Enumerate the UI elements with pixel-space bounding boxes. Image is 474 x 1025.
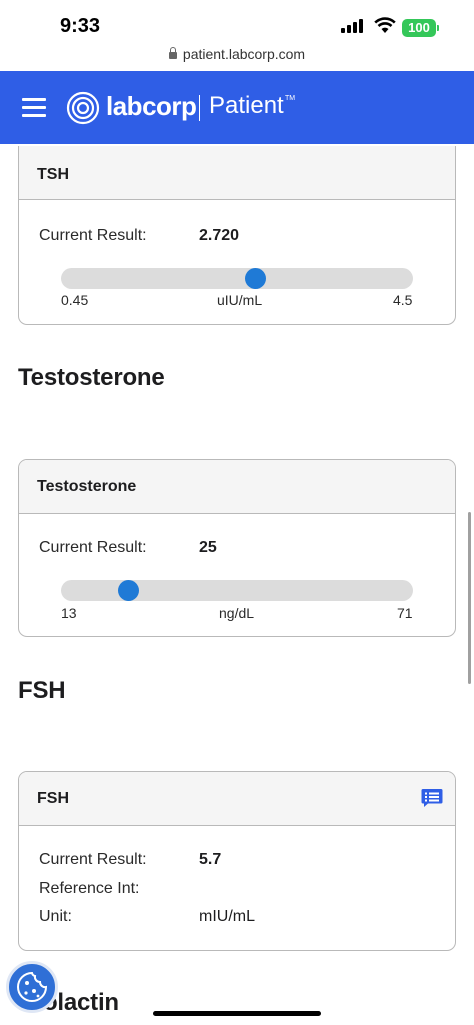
range-high: 71 (397, 605, 413, 621)
card-header: Testosterone (19, 460, 455, 514)
url-text: patient.labcorp.com (182, 46, 306, 62)
card-title: FSH (37, 790, 69, 807)
range-slider (61, 268, 413, 289)
range-high: 4.5 (393, 292, 413, 308)
cellular-signal-icon (341, 19, 363, 33)
trademark: TM (285, 95, 296, 102)
app-header: labcorp Patient TM (0, 71, 474, 144)
result-marker (244, 268, 266, 289)
current-result-label: Current Result: (39, 227, 147, 244)
status-bar: 9:33 100 (0, 0, 474, 44)
unit-value: mIU/mL (199, 908, 255, 925)
range-unit: uIU/mL (217, 292, 263, 308)
current-result-value: 2.720 (199, 227, 240, 244)
comment-notes-icon[interactable] (421, 788, 443, 808)
status-time: 9:33 (60, 15, 101, 37)
result-card-fsh: FSH Current Result: 5.7 Reference Int: U… (18, 771, 456, 951)
section-heading-fsh: FSH (18, 677, 66, 704)
reference-interval-label: Reference Int: (39, 880, 140, 897)
battery-icon: 100 (402, 19, 436, 37)
current-result-value: 25 (199, 539, 217, 556)
range-low: 13 (61, 605, 77, 621)
current-result-label: Current Result: (39, 851, 147, 868)
result-card-tsh: TSH Current Result: 2.720 0.45 uIU/mL 4.… (18, 146, 456, 325)
product-name: Patient (209, 92, 284, 119)
range-unit: ng/dL (219, 605, 255, 621)
brand-name: labcorp (106, 91, 197, 121)
card-title: TSH (37, 166, 69, 183)
result-marker (117, 580, 139, 601)
logo-divider (199, 95, 200, 121)
result-card-testosterone: Testosterone Current Result: 25 13 ng/dL… (18, 459, 456, 637)
card-header: TSH (19, 146, 455, 200)
current-result-value: 5.7 (199, 851, 222, 868)
current-result-label: Current Result: (39, 539, 147, 556)
wifi-icon (374, 17, 396, 33)
menu-icon[interactable] (22, 98, 46, 117)
scrollbar[interactable] (468, 512, 471, 684)
cookie-settings-button[interactable] (6, 961, 58, 1013)
home-indicator (153, 1011, 321, 1016)
range-low: 0.45 (61, 292, 89, 308)
battery-tip (437, 25, 439, 31)
cookie-icon (17, 971, 48, 1002)
section-heading-testosterone: Testosterone (18, 364, 165, 391)
labcorp-logo-icon (66, 91, 100, 125)
lock-icon (168, 47, 177, 59)
range-slider (61, 580, 413, 601)
address-bar[interactable]: patient.labcorp.com (0, 46, 474, 62)
card-title: Testosterone (37, 478, 137, 495)
card-header: FSH (19, 772, 455, 826)
unit-label: Unit: (39, 908, 72, 925)
